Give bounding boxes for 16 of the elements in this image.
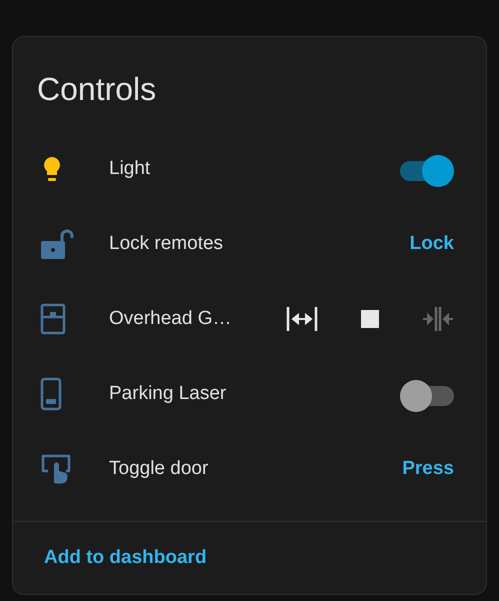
garage-door-icon [40,302,66,334]
unlocked-padlock-icon [40,226,74,260]
phone-icon [40,376,62,410]
entity-name: Lock remotes [109,232,224,254]
toggle-switch[interactable] [400,378,454,410]
open-arrows-icon[interactable] [286,304,318,332]
toggle-switch[interactable] [400,152,454,184]
entity-name: Overhead G… [109,308,232,330]
card-title: Controls [36,70,158,109]
entity-name: Parking Laser [109,382,228,404]
add-to-dashboard-link[interactable]: Add to dashboard [44,547,207,569]
entity-name: Toggle door [109,458,210,480]
entity-name: Light [109,158,152,180]
action-button[interactable]: Lock [410,232,454,254]
tap-screen-icon [40,452,72,484]
action-button[interactable]: Press [402,458,454,480]
